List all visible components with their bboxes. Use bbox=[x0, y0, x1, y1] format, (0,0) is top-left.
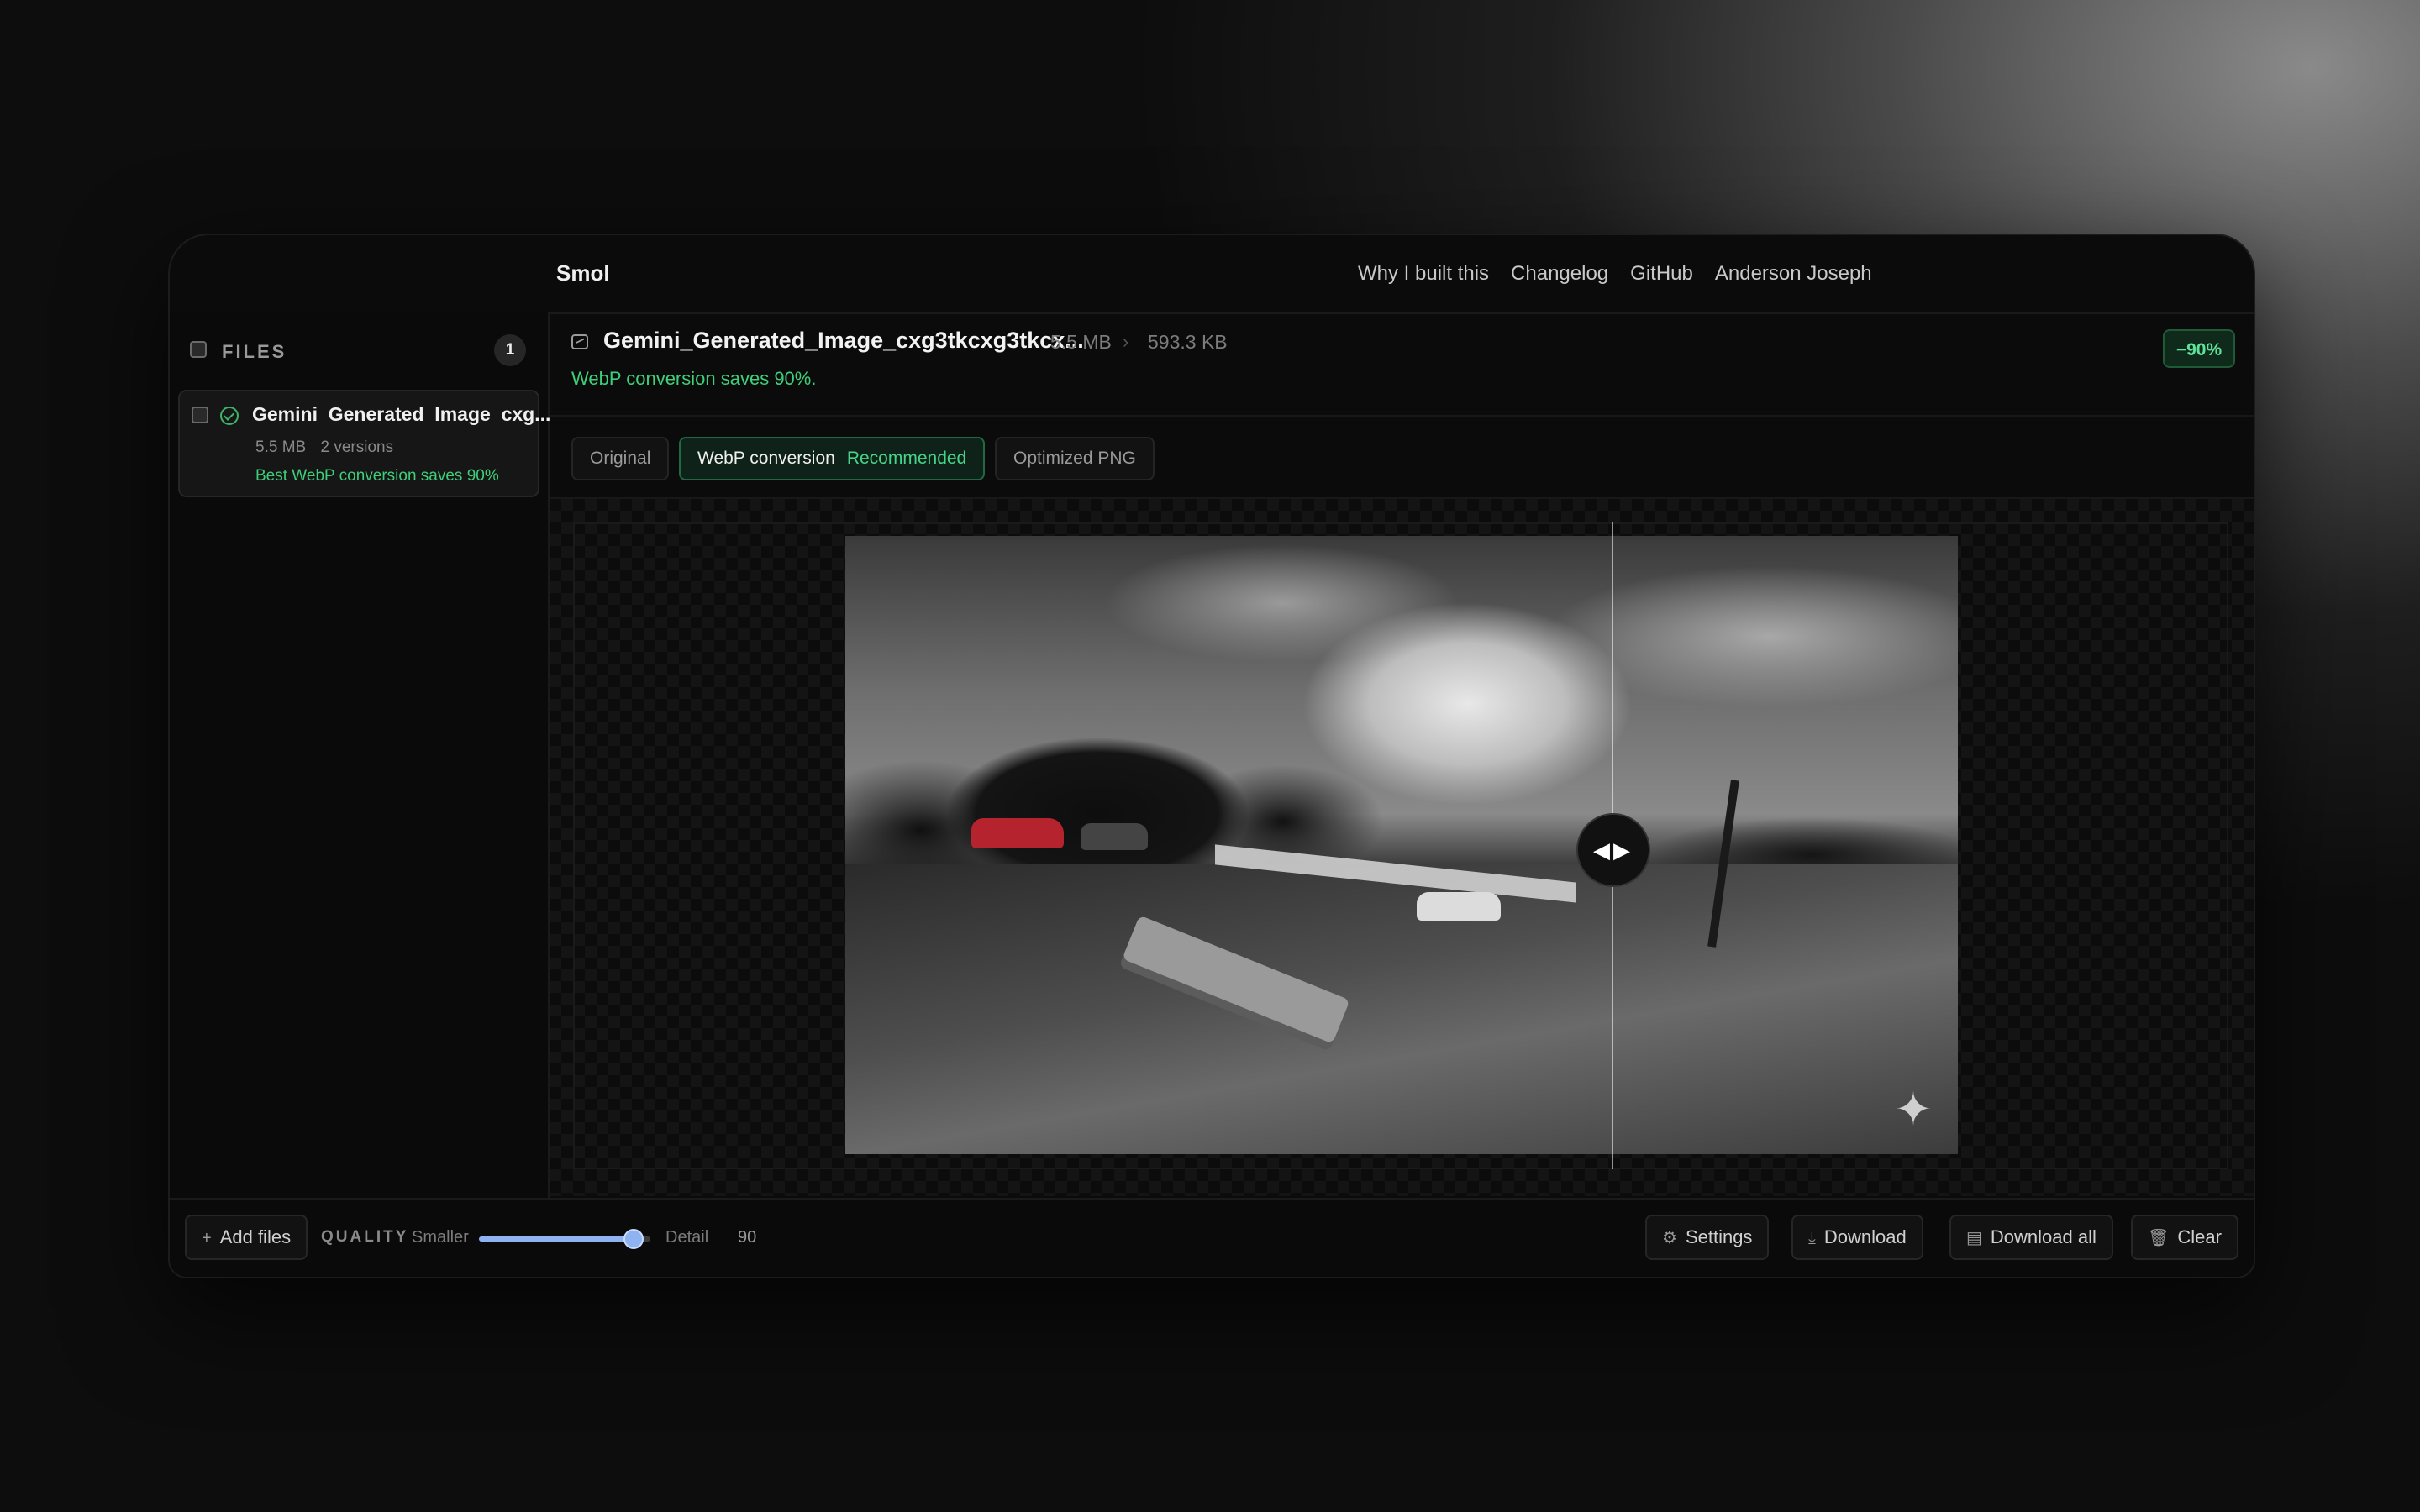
compare-handle-icon[interactable]: ◀▶ bbox=[1576, 813, 1650, 887]
tab-png-label: Optimized PNG bbox=[1013, 449, 1136, 468]
nav-link-github[interactable]: GitHub bbox=[1630, 262, 1693, 286]
tab-webp[interactable]: WebP conversion Recommended bbox=[679, 437, 986, 480]
check-circle-icon bbox=[220, 407, 239, 425]
tab-original-label: Original bbox=[590, 449, 651, 468]
add-files-button[interactable]: + Add files bbox=[185, 1215, 308, 1260]
download-all-label: Download all bbox=[1990, 1226, 2096, 1247]
file-checkbox[interactable] bbox=[192, 407, 208, 423]
image-dark-car bbox=[1081, 823, 1148, 850]
download-label: Download bbox=[1823, 1226, 1907, 1247]
file-meta: 5.5 MB 2 versions bbox=[255, 438, 403, 457]
add-files-label: Add files bbox=[219, 1226, 292, 1247]
quality-label: QUALITY bbox=[321, 1228, 409, 1246]
file-versions: 2 versions bbox=[320, 438, 394, 456]
file-header: Gemini_Generated_Image_cxg3tkcxg3tkcx...… bbox=[550, 312, 2254, 417]
nav-links: Why I built this Changelog GitHub Anders… bbox=[1358, 262, 1894, 286]
converted-size: 593.3 KB bbox=[1148, 331, 1228, 353]
settings-button[interactable]: ⚙ Settings bbox=[1645, 1215, 1770, 1260]
files-heading: FILES bbox=[222, 341, 287, 362]
file-sidebar: FILES 1 Gemini_Generated_Image_cxg... 5.… bbox=[170, 312, 550, 1198]
compare-stage: ✦ ◀▶ bbox=[550, 499, 2254, 1196]
tab-webp-label: WebP conversion bbox=[697, 449, 835, 468]
detail-label: Detail bbox=[666, 1228, 709, 1247]
settings-label: Settings bbox=[1685, 1226, 1753, 1247]
image-icon bbox=[571, 334, 588, 349]
bottom-toolbar: + Add files QUALITY Smaller Detail 90 ⚙ Se… bbox=[170, 1198, 2254, 1277]
tab-original[interactable]: Original bbox=[571, 437, 670, 480]
clear-button[interactable]: 🗑 Clear bbox=[2131, 1215, 2238, 1260]
file-name: Gemini_Generated_Image_cxg... bbox=[252, 403, 551, 425]
clear-label: Clear bbox=[2177, 1226, 2222, 1247]
file-best-savings: Best WebP conversion saves 90% bbox=[255, 467, 499, 485]
file-title: Gemini_Generated_Image_cxg3tkcxg3tkcx... bbox=[603, 328, 1084, 353]
quality-slider-thumb[interactable] bbox=[623, 1229, 644, 1249]
image-ground bbox=[845, 864, 1958, 1154]
download-all-button[interactable]: ▤ Download all bbox=[1949, 1215, 2113, 1260]
smaller-label: Smaller bbox=[412, 1228, 469, 1247]
app-logo[interactable]: Smol bbox=[556, 260, 610, 286]
file-size: 5.5 MB bbox=[255, 438, 307, 456]
preview-image: ✦ bbox=[845, 536, 1958, 1154]
select-all-checkbox[interactable] bbox=[190, 341, 207, 358]
nav-link-changelog[interactable]: Changelog bbox=[1511, 262, 1608, 286]
sparkle-icon: ✦ bbox=[1894, 1084, 1933, 1135]
main-panel: Gemini_Generated_Image_cxg3tkcxg3tkcx...… bbox=[550, 312, 2254, 1198]
version-tabs: Original WebP conversion Recommended Opti… bbox=[550, 417, 2254, 499]
quality-slider[interactable] bbox=[479, 1229, 650, 1249]
download-icon: ⤓ bbox=[1808, 1229, 1816, 1247]
plus-icon: + bbox=[202, 1229, 212, 1247]
recommended-tag: Recommended bbox=[846, 449, 967, 468]
quality-value: 90 bbox=[738, 1228, 757, 1247]
gear-icon: ⚙ bbox=[1662, 1229, 1677, 1247]
trash-icon: 🗑 bbox=[2148, 1229, 2170, 1247]
image-red-car bbox=[971, 818, 1064, 848]
quality-slider-fill bbox=[479, 1236, 634, 1242]
archive-icon: ▤ bbox=[1966, 1229, 1982, 1247]
image-white-car bbox=[1417, 892, 1501, 921]
files-header: FILES 1 bbox=[190, 333, 526, 366]
nav-link-why[interactable]: Why I built this bbox=[1358, 262, 1489, 286]
file-list-item[interactable]: Gemini_Generated_Image_cxg... 5.5 MB 2 v… bbox=[178, 390, 550, 497]
savings-badge: −90% bbox=[2163, 329, 2235, 368]
nav-link-user[interactable]: Anderson Joseph bbox=[1715, 262, 1872, 286]
top-navbar: Smol Why I built this Changelog GitHub A… bbox=[170, 235, 2254, 314]
download-button[interactable]: ⤓ Download bbox=[1791, 1215, 1923, 1260]
original-size: 5.5 MB bbox=[1050, 331, 1112, 353]
files-count-badge: 1 bbox=[494, 334, 526, 366]
tab-optimized-png[interactable]: Optimized PNG bbox=[995, 437, 1155, 480]
savings-text: WebP conversion saves 90%. bbox=[571, 368, 817, 389]
chevron-right-icon: › bbox=[1123, 331, 1129, 352]
app-window: Smol Why I built this Changelog GitHub A… bbox=[168, 234, 2255, 1278]
